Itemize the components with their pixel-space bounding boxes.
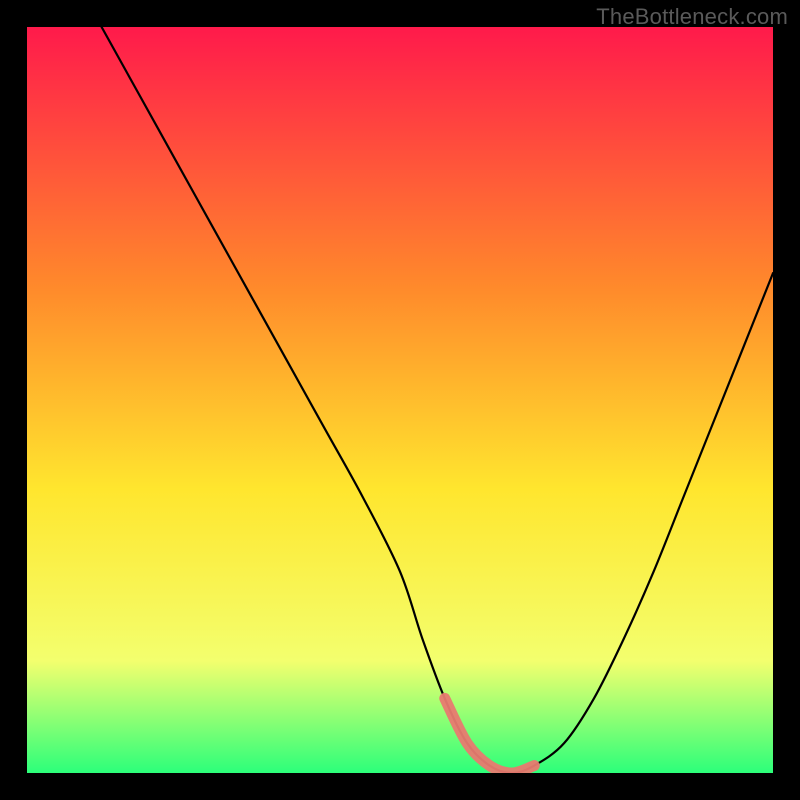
chart-svg [27,27,773,773]
chart-frame: TheBottleneck.com [0,0,800,800]
gradient-background [27,27,773,773]
bottleneck-plot [27,27,773,773]
